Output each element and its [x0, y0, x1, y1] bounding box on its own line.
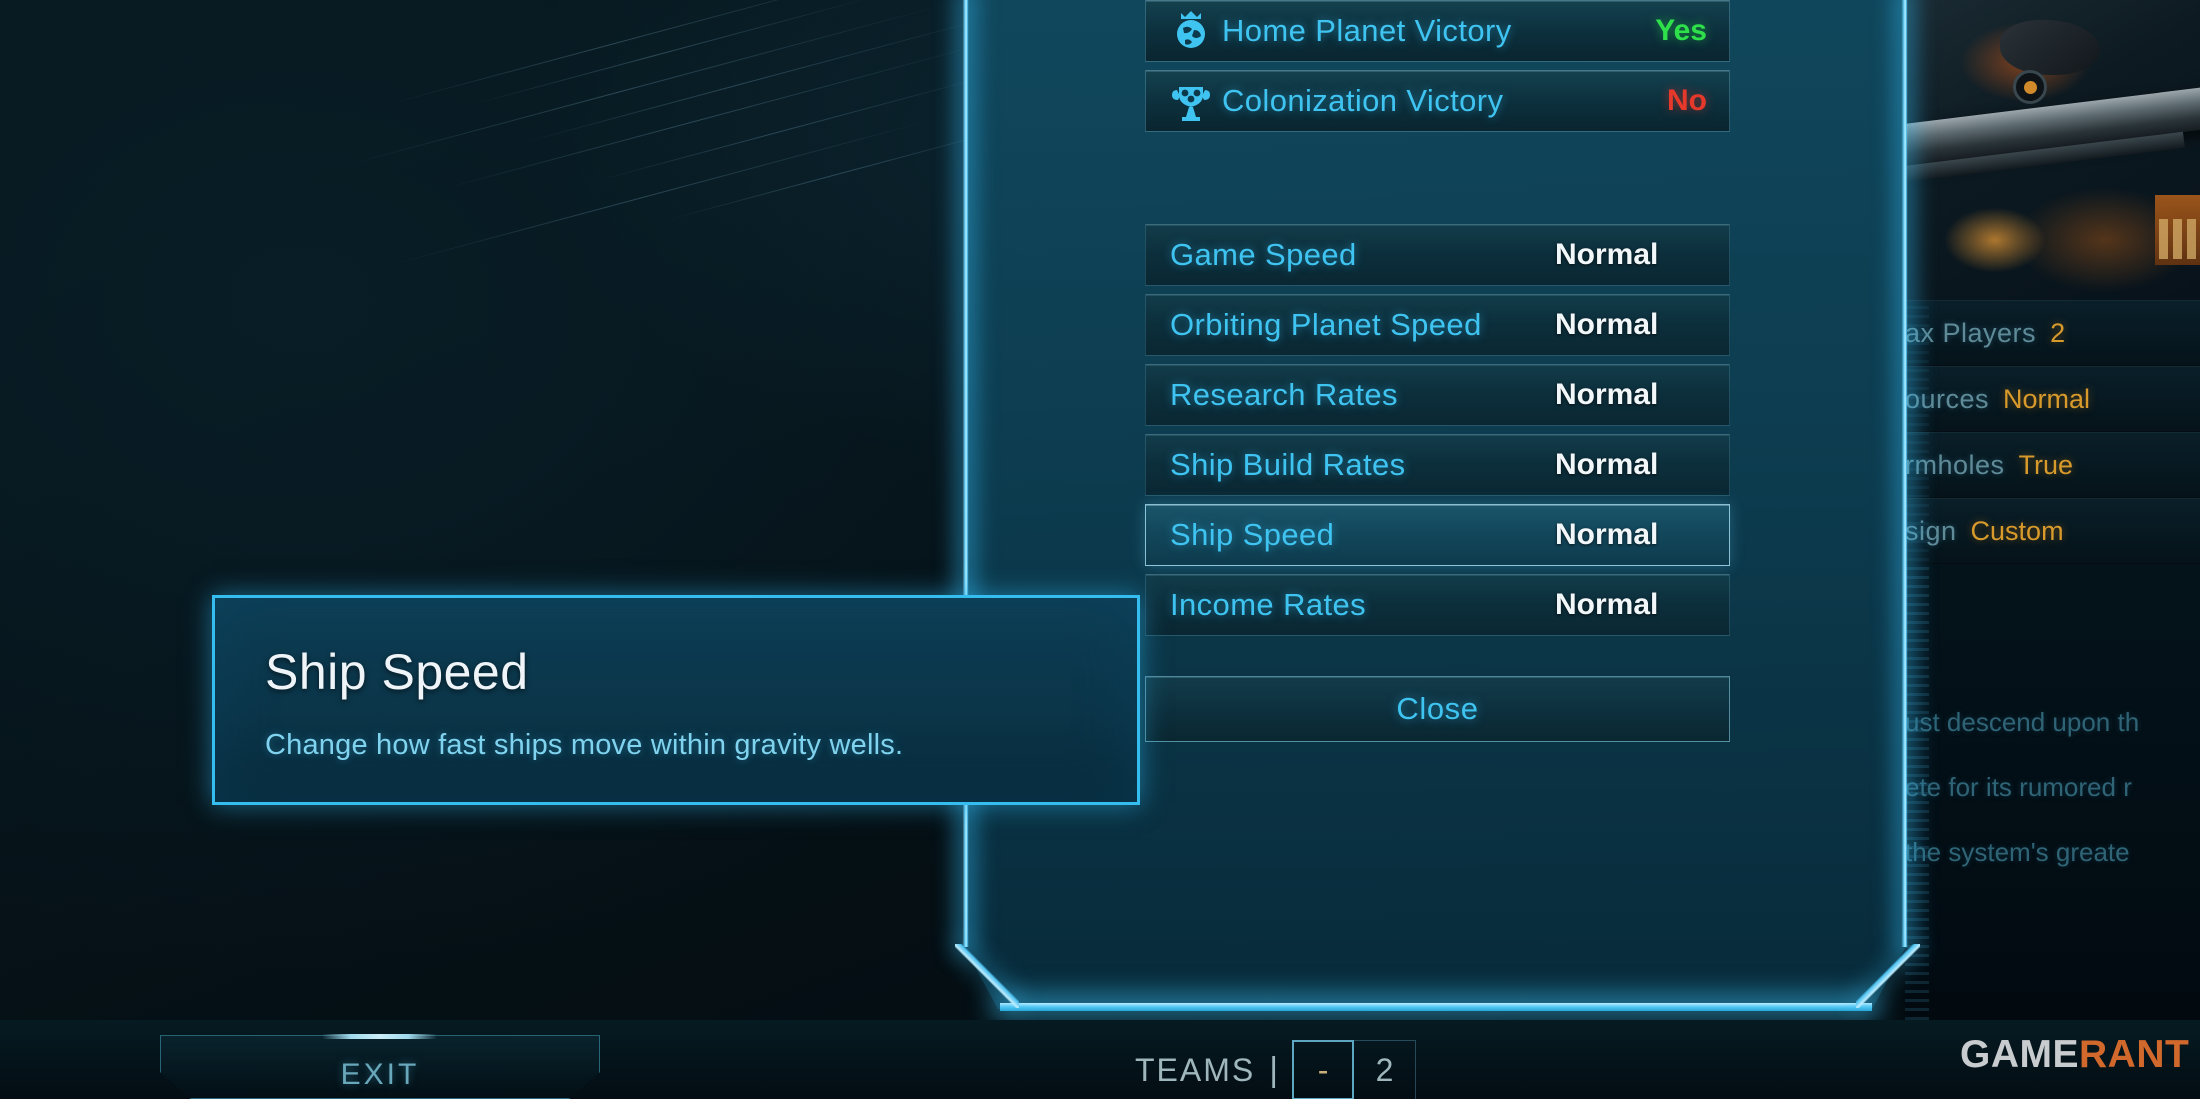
tooltip-panel: Ship Speed Change how fast ships move wi…: [212, 595, 1140, 805]
right-row-key: sign: [1905, 515, 1957, 546]
right-settings-list: ax Players 2 ources Normal rmholes True …: [1905, 300, 2200, 564]
right-row-value: Custom: [1970, 515, 2064, 546]
setting-row-game-speed[interactable]: Game Speed Normal: [1145, 224, 1730, 286]
crowned-planet-icon: [1168, 8, 1214, 54]
setting-value: Normal: [1555, 588, 1659, 621]
right-row: ax Players 2: [1905, 300, 2200, 366]
trophy-icon: [1168, 78, 1214, 124]
teams-separator: |: [1269, 1050, 1279, 1089]
setting-value: Normal: [1555, 518, 1659, 551]
right-info-panel: ax Players 2 ources Normal rmholes True …: [1905, 0, 2200, 1020]
setting-value: Normal: [1555, 448, 1659, 481]
setting-label: Game Speed: [1170, 237, 1357, 272]
setting-value: Normal: [1555, 378, 1659, 411]
victory-condition-value: No: [1667, 84, 1707, 117]
right-row: rmholes True: [1905, 432, 2200, 498]
game-screen: ax Players 2 ources Normal rmholes True …: [0, 0, 2200, 1099]
watermark-rant: RANT: [2079, 1033, 2190, 1076]
victory-condition-label: Home Planet Victory: [1222, 13, 1512, 48]
modal-bottom-glow-edge: [1000, 1003, 1872, 1011]
right-description: ust descend upon th ete for its rumored …: [1905, 690, 2200, 885]
victory-condition-colonization[interactable]: Colonization Victory No: [1145, 70, 1730, 132]
teams-decrement-button[interactable]: -: [1292, 1040, 1355, 1099]
modal-content: Home Planet Victory Yes Colonization Vic…: [1145, 0, 1730, 742]
right-row-value: True: [2018, 449, 2074, 480]
teams-value: 2: [1354, 1040, 1417, 1099]
exit-button-label: EXIT: [340, 1058, 420, 1091]
right-row-value: 2: [2050, 317, 2066, 348]
gamerant-watermark: GAMERANT: [1960, 1033, 2189, 1077]
close-button-wrapper: Close: [1145, 676, 1730, 742]
right-row-key: ources: [1905, 383, 1990, 414]
setting-row-research-rates[interactable]: Research Rates Normal: [1145, 364, 1730, 426]
setting-label: Ship Speed: [1170, 517, 1335, 552]
victory-condition-home-planet[interactable]: Home Planet Victory Yes: [1145, 0, 1730, 62]
setting-value: Normal: [1555, 308, 1659, 341]
right-row: ources Normal: [1905, 366, 2200, 432]
setting-row-ship-build-rates[interactable]: Ship Build Rates Normal: [1145, 434, 1730, 496]
watermark-game: GAME: [1960, 1033, 2079, 1076]
spaceship-artwork: [1905, 0, 2200, 300]
exit-button-highlight: [322, 1034, 437, 1039]
exit-button[interactable]: EXIT: [160, 1035, 600, 1099]
right-row-key: rmholes: [1905, 449, 2005, 480]
description-line: the system's greate: [1905, 837, 2130, 867]
description-line: ete for its rumored r: [1905, 772, 2132, 802]
teams-control: TEAMS | - 2: [1135, 1040, 1417, 1099]
setting-label: Ship Build Rates: [1170, 447, 1406, 482]
modal-right-glow-edge: [1901, 0, 1908, 947]
setting-label: Research Rates: [1170, 377, 1398, 412]
description-line: ust descend upon th: [1905, 707, 2140, 737]
right-row-value: Normal: [2003, 383, 2091, 414]
teams-label: TEAMS: [1135, 1051, 1256, 1088]
tooltip-title: Ship Speed: [265, 644, 529, 700]
setting-label: Orbiting Planet Speed: [1170, 307, 1482, 342]
setting-row-orbiting-planet-speed[interactable]: Orbiting Planet Speed Normal: [1145, 294, 1730, 356]
setting-label: Income Rates: [1170, 587, 1367, 622]
setting-value: Normal: [1555, 238, 1659, 271]
setting-row-income-rates[interactable]: Income Rates Normal: [1145, 574, 1730, 636]
close-button[interactable]: Close: [1145, 676, 1730, 742]
right-row-key: ax Players: [1905, 317, 2037, 348]
tooltip-description: Change how fast ships move within gravit…: [265, 729, 904, 761]
victory-condition-value: Yes: [1655, 14, 1707, 47]
modal-bottom-right-corner: [1856, 944, 1920, 1008]
modal-bottom-left-corner: [955, 944, 1019, 1008]
setting-row-ship-speed[interactable]: Ship Speed Normal: [1145, 504, 1730, 566]
right-row: sign Custom: [1905, 498, 2200, 564]
victory-condition-label: Colonization Victory: [1222, 83, 1504, 118]
